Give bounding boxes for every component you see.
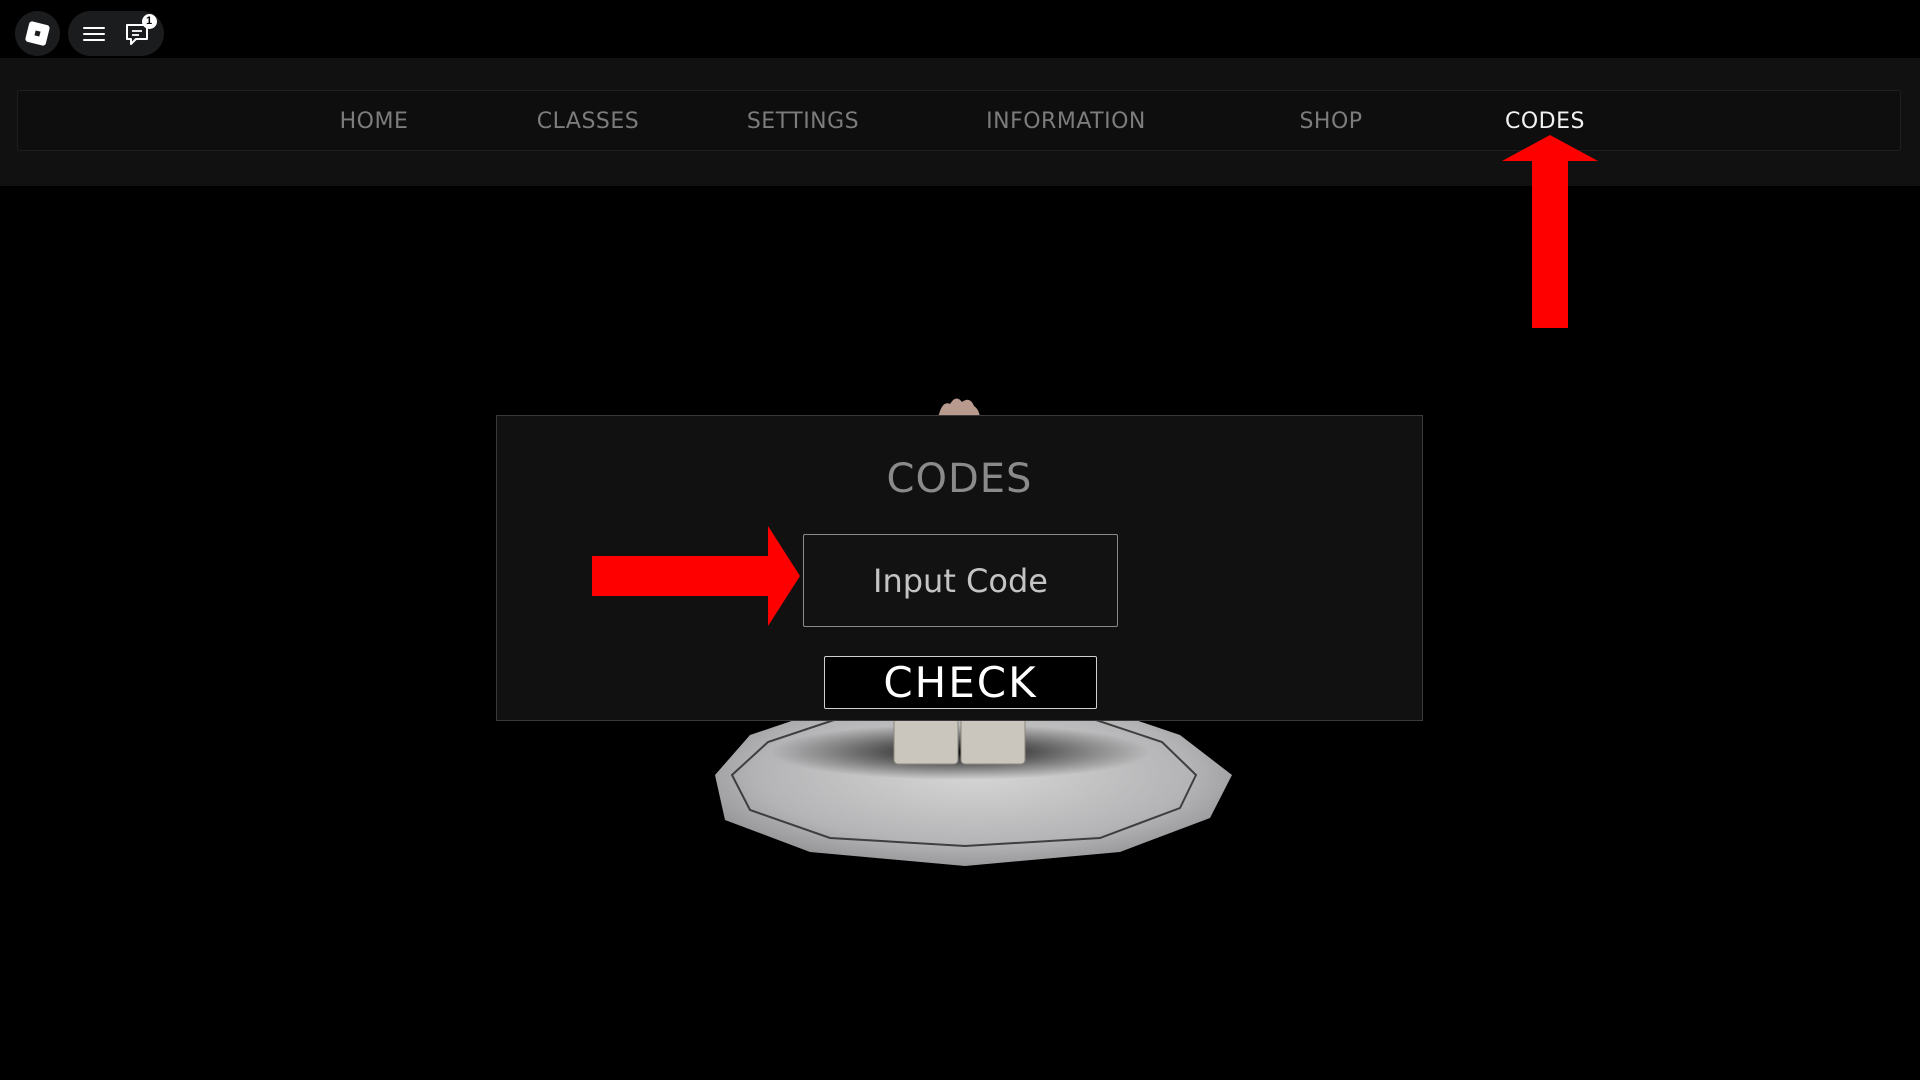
roblox-menu-button[interactable] <box>15 11 60 56</box>
tab-classes[interactable]: CLASSES <box>537 108 639 136</box>
roblox-logo-icon <box>24 20 51 47</box>
check-button[interactable]: CHECK <box>824 656 1097 709</box>
tab-information[interactable]: INFORMATION <box>986 108 1146 136</box>
code-input[interactable] <box>803 534 1118 627</box>
chat-notification-badge: 1 <box>141 13 157 29</box>
codes-panel-title: CODES <box>886 456 1033 502</box>
red-arrow-right-icon <box>592 526 800 631</box>
game-viewport: 1 HOME CLASSES SETTINGS INFORMATION SHOP… <box>0 0 1920 1080</box>
system-controls: 1 <box>68 11 164 56</box>
tab-codes[interactable]: CODES <box>1505 108 1585 136</box>
main-nav-bar: HOME CLASSES SETTINGS INFORMATION SHOP C… <box>0 58 1920 186</box>
red-arrow-up-icon <box>1502 135 1598 335</box>
tab-settings[interactable]: SETTINGS <box>747 108 859 136</box>
chat-icon[interactable]: 1 <box>124 13 157 47</box>
nav-frame <box>17 90 1901 151</box>
hamburger-menu-icon[interactable] <box>82 25 107 43</box>
tab-shop[interactable]: SHOP <box>1299 108 1362 136</box>
tab-home[interactable]: HOME <box>340 108 409 136</box>
